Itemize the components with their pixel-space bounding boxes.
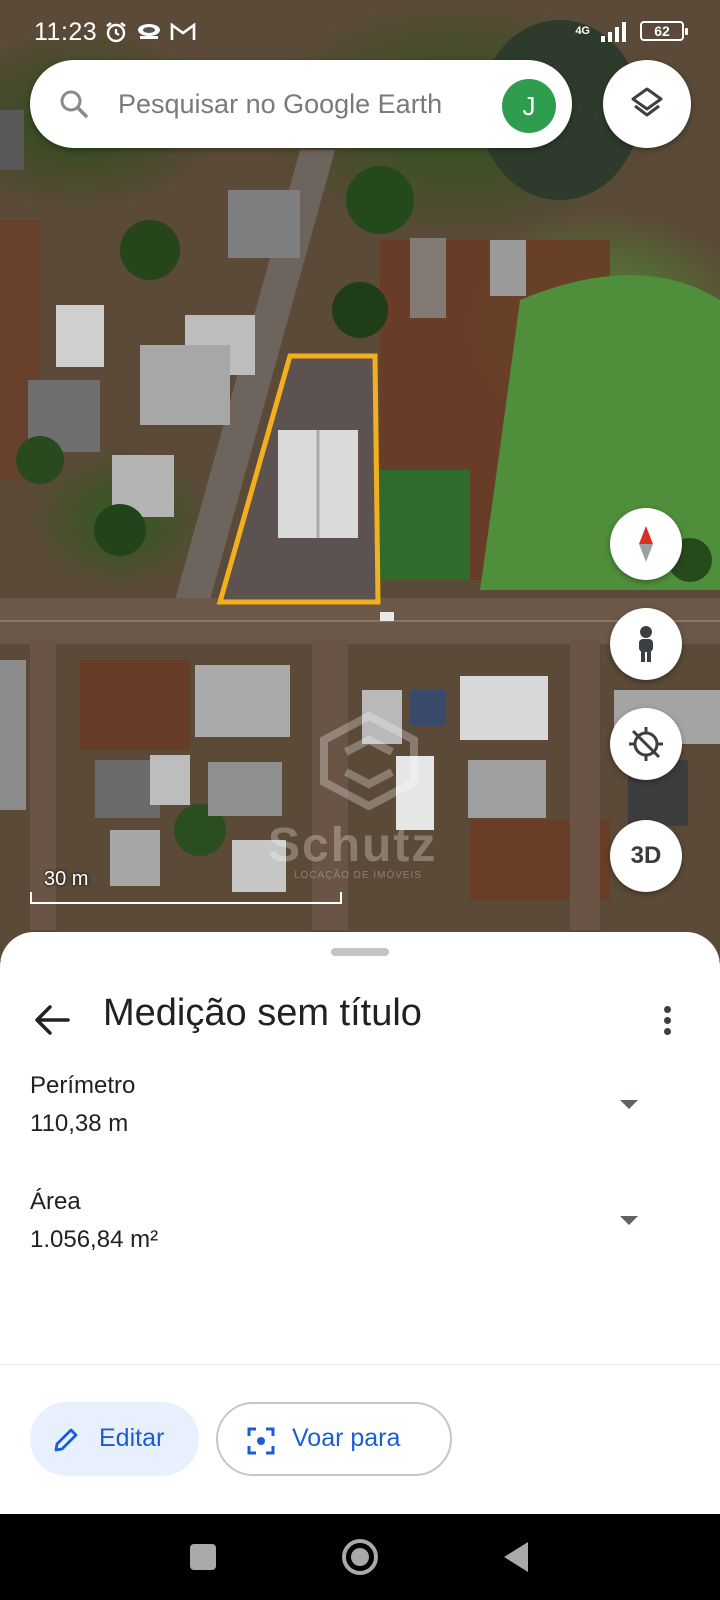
area-row[interactable]: Área 1.056,84 m²: [0, 1188, 720, 1278]
scale-bar: [30, 892, 342, 904]
network-type: 4G: [575, 24, 590, 37]
compass-icon: [639, 526, 653, 562]
layers-icon: [631, 87, 663, 117]
pencil-icon: [54, 1428, 78, 1452]
measurement-sheet: Medição sem título Perímetro 110,38 m Ár…: [0, 932, 720, 1514]
pegman-icon: [639, 626, 653, 662]
signal-icon: [601, 22, 626, 42]
sheet-divider: [0, 1364, 720, 1365]
location-disabled-icon: [629, 727, 663, 761]
gmail-icon: [170, 22, 196, 40]
perimeter-label: Perímetro: [30, 1072, 136, 1099]
alarm-icon: [106, 22, 126, 43]
area-value: 1.056,84 m²: [30, 1226, 159, 1253]
search-input[interactable]: [118, 82, 498, 126]
recent-apps-icon[interactable]: [190, 1544, 216, 1570]
edit-button[interactable]: Editar: [30, 1402, 199, 1476]
watermark-logo-icon: [320, 711, 418, 810]
watermark: Schutz LOCAÇÃO DE IMÓVEIS: [268, 710, 468, 881]
status-system-icons: 4G 62: [575, 20, 688, 42]
map-scale: 30 m: [30, 868, 342, 904]
fly-to-button[interactable]: Voar para: [216, 1402, 452, 1476]
battery-indicator: 62: [640, 21, 688, 41]
focus-frame-icon: [247, 1427, 275, 1455]
scale-label: 30 m: [44, 868, 89, 890]
search-icon: [60, 90, 88, 118]
my-location-button[interactable]: [610, 708, 682, 780]
area-label: Área: [30, 1188, 81, 1215]
nav-back-icon[interactable]: [504, 1542, 528, 1572]
fly-to-button-label: Voar para: [292, 1424, 401, 1452]
street-view-button[interactable]: [610, 608, 682, 680]
compass-button[interactable]: [610, 508, 682, 580]
home-icon[interactable]: [342, 1539, 378, 1575]
system-navigation-bar: [0, 1514, 720, 1600]
edit-button-label: Editar: [99, 1424, 165, 1452]
perimeter-value: 110,38 m: [30, 1110, 129, 1137]
status-notification-icons: [104, 20, 196, 44]
layers-button[interactable]: [603, 60, 691, 148]
account-avatar[interactable]: J: [502, 79, 556, 133]
more-options-icon[interactable]: [648, 990, 688, 1050]
area-dropdown-icon[interactable]: [620, 1216, 638, 1225]
sheet-title: Medição sem título: [103, 992, 422, 1034]
sheet-drag-handle[interactable]: [331, 948, 389, 956]
status-bar: 11:23 4G 62: [0, 10, 720, 56]
back-arrow-icon[interactable]: [28, 996, 76, 1044]
perimeter-dropdown-icon[interactable]: [620, 1100, 638, 1109]
3d-toggle-button[interactable]: 3D: [610, 820, 682, 892]
status-time: 11:23: [34, 18, 98, 46]
perimeter-row[interactable]: Perímetro 110,38 m: [0, 1072, 720, 1162]
watermark-name: Schutz: [268, 819, 438, 872]
app-notification-icon: [138, 24, 160, 39]
search-bar[interactable]: J: [30, 60, 572, 148]
